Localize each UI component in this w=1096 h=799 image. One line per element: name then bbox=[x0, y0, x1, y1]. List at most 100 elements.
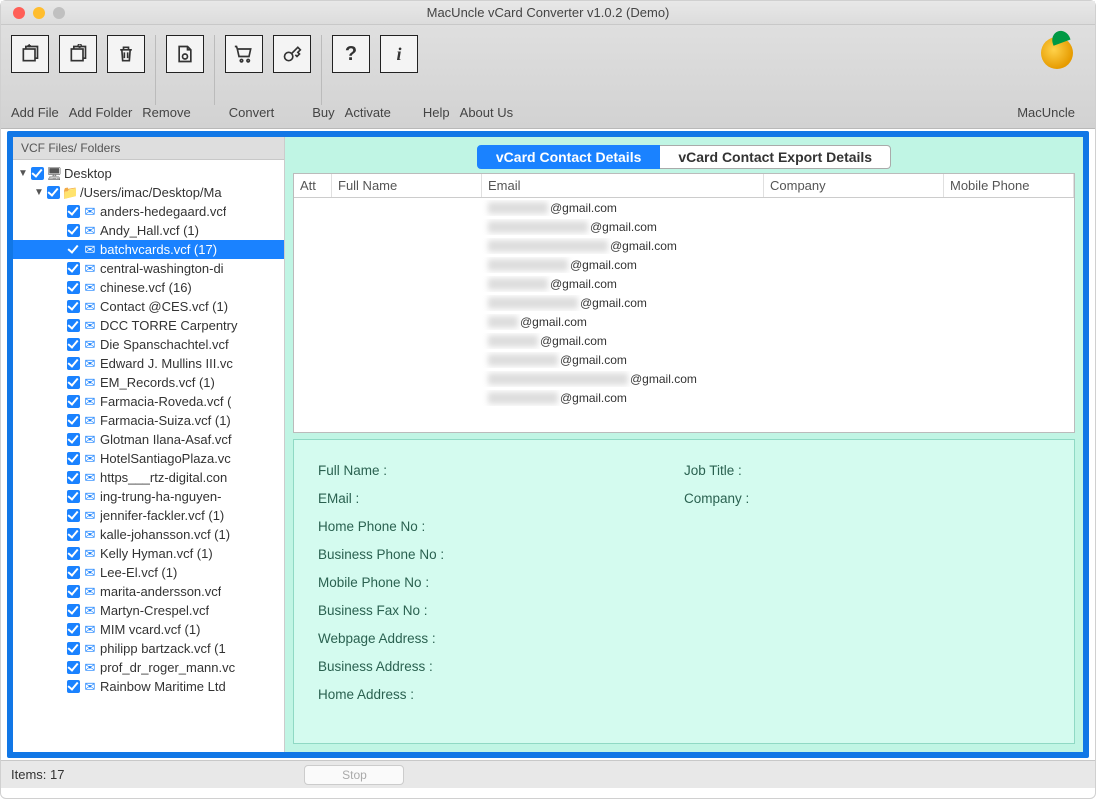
tree-file[interactable]: ✉jennifer-fackler.vcf (1) bbox=[13, 506, 284, 525]
tree-desktop[interactable]: ▼🖥Desktop bbox=[13, 164, 284, 183]
tree-label: https___rtz-digital.con bbox=[100, 470, 227, 485]
checkbox[interactable] bbox=[67, 281, 80, 294]
checkbox[interactable] bbox=[67, 604, 80, 617]
col-company[interactable]: Company bbox=[764, 174, 944, 197]
checkbox[interactable] bbox=[67, 224, 80, 237]
checkbox[interactable] bbox=[67, 642, 80, 655]
checkbox[interactable] bbox=[67, 338, 80, 351]
tree-folder[interactable]: ▼📁/Users/imac/Desktop/Ma bbox=[13, 183, 284, 202]
tab-export-details[interactable]: vCard Contact Export Details bbox=[660, 145, 891, 169]
tree-file[interactable]: ✉EM_Records.vcf (1) bbox=[13, 373, 284, 392]
checkbox[interactable] bbox=[67, 547, 80, 560]
tree-file[interactable]: ✉Martyn-Crespel.vcf bbox=[13, 601, 284, 620]
tree-label: marita-andersson.vcf bbox=[100, 584, 221, 599]
minimize-window-button[interactable] bbox=[33, 7, 45, 19]
tree-file[interactable]: ✉Lee-El.vcf (1) bbox=[13, 563, 284, 582]
col-att[interactable]: Att bbox=[294, 174, 332, 197]
tree-file[interactable]: ✉Andy_Hall.vcf (1) bbox=[13, 221, 284, 240]
tree-file[interactable]: ✉chinese.vcf (16) bbox=[13, 278, 284, 297]
tree-file[interactable]: ✉prof_dr_roger_mann.vc bbox=[13, 658, 284, 677]
add-folder-button[interactable] bbox=[59, 35, 97, 73]
checkbox[interactable] bbox=[67, 433, 80, 446]
convert-button[interactable] bbox=[166, 35, 204, 73]
close-window-button[interactable] bbox=[13, 7, 25, 19]
buy-button[interactable] bbox=[225, 35, 263, 73]
email-suffix: @gmail.com bbox=[520, 315, 587, 329]
tree-file[interactable]: ✉MIM vcard.vcf (1) bbox=[13, 620, 284, 639]
tree-file[interactable]: ✉batchvcards.vcf (17) bbox=[13, 240, 284, 259]
checkbox[interactable] bbox=[67, 262, 80, 275]
grid-body[interactable]: @gmail.com@gmail.com@gmail.com@gmail.com… bbox=[294, 198, 1074, 432]
checkbox[interactable] bbox=[67, 376, 80, 389]
checkbox[interactable] bbox=[67, 300, 80, 313]
tree-file[interactable]: ✉Glotman Ilana-Asaf.vcf bbox=[13, 430, 284, 449]
tree-file[interactable]: ✉Kelly Hyman.vcf (1) bbox=[13, 544, 284, 563]
col-email[interactable]: Email bbox=[482, 174, 764, 197]
grid-row[interactable]: @gmail.com bbox=[294, 236, 1074, 255]
tree-file[interactable]: ✉Farmacia-Suiza.vcf (1) bbox=[13, 411, 284, 430]
checkbox[interactable] bbox=[67, 528, 80, 541]
checkbox[interactable] bbox=[67, 623, 80, 636]
tree-file[interactable]: ✉ing-trung-ha-nguyen- bbox=[13, 487, 284, 506]
checkbox[interactable] bbox=[31, 167, 44, 180]
grid-row[interactable]: @gmail.com bbox=[294, 293, 1074, 312]
checkbox[interactable] bbox=[67, 205, 80, 218]
checkbox[interactable] bbox=[67, 319, 80, 332]
checkbox[interactable] bbox=[67, 680, 80, 693]
grid-row[interactable]: @gmail.com bbox=[294, 388, 1074, 407]
grid-row[interactable]: @gmail.com bbox=[294, 312, 1074, 331]
grid-row[interactable]: @gmail.com bbox=[294, 369, 1074, 388]
tree-file[interactable]: ✉central-washington-di bbox=[13, 259, 284, 278]
tree-file[interactable]: ✉https___rtz-digital.con bbox=[13, 468, 284, 487]
grid-row[interactable]: @gmail.com bbox=[294, 350, 1074, 369]
grid-row[interactable]: @gmail.com bbox=[294, 255, 1074, 274]
grid-row[interactable]: @gmail.com bbox=[294, 217, 1074, 236]
add-file-button[interactable] bbox=[11, 35, 49, 73]
about-button[interactable]: i bbox=[380, 35, 418, 73]
vcard-file-icon: ✉ bbox=[82, 280, 98, 296]
col-phone[interactable]: Mobile Phone bbox=[944, 174, 1074, 197]
activate-button[interactable] bbox=[273, 35, 311, 73]
tree-file[interactable]: ✉marita-andersson.vcf bbox=[13, 582, 284, 601]
help-button[interactable]: ? bbox=[332, 35, 370, 73]
checkbox[interactable] bbox=[67, 661, 80, 674]
disclosure-icon[interactable]: ▼ bbox=[17, 168, 29, 179]
label-company: Company : bbox=[684, 491, 1050, 506]
tree-label: EM_Records.vcf (1) bbox=[100, 375, 215, 390]
checkbox[interactable] bbox=[67, 509, 80, 522]
tree-file[interactable]: ✉kalle-johansson.vcf (1) bbox=[13, 525, 284, 544]
vcard-file-icon: ✉ bbox=[82, 470, 98, 486]
checkbox[interactable] bbox=[67, 243, 80, 256]
tree-file[interactable]: ✉Farmacia-Roveda.vcf ( bbox=[13, 392, 284, 411]
tree-file[interactable]: ✉Rainbow Maritime Ltd bbox=[13, 677, 284, 696]
checkbox[interactable] bbox=[67, 471, 80, 484]
checkbox[interactable] bbox=[67, 395, 80, 408]
tree-file[interactable]: ✉Edward J. Mullins III.vc bbox=[13, 354, 284, 373]
checkbox[interactable] bbox=[67, 490, 80, 503]
checkbox[interactable] bbox=[67, 566, 80, 579]
tree-file[interactable]: ✉Contact @CES.vcf (1) bbox=[13, 297, 284, 316]
grid-row[interactable]: @gmail.com bbox=[294, 274, 1074, 293]
tab-contact-details[interactable]: vCard Contact Details bbox=[477, 145, 660, 169]
checkbox[interactable] bbox=[67, 414, 80, 427]
checkbox[interactable] bbox=[67, 585, 80, 598]
col-full-name[interactable]: Full Name bbox=[332, 174, 482, 197]
remove-button[interactable] bbox=[107, 35, 145, 73]
disclosure-icon[interactable]: ▼ bbox=[33, 187, 45, 198]
grid-row[interactable]: @gmail.com bbox=[294, 198, 1074, 217]
stop-button[interactable]: Stop bbox=[304, 765, 404, 785]
vcard-file-icon: ✉ bbox=[82, 679, 98, 695]
zoom-window-button[interactable] bbox=[53, 7, 65, 19]
tree-file[interactable]: ✉Die Spanschachtel.vcf bbox=[13, 335, 284, 354]
tree-file[interactable]: ✉anders-hedegaard.vcf bbox=[13, 202, 284, 221]
tree-file[interactable]: ✉HotelSantiagoPlaza.vc bbox=[13, 449, 284, 468]
tree-label: /Users/imac/Desktop/Ma bbox=[80, 185, 222, 200]
tree-file[interactable]: ✉DCC TORRE Carpentry bbox=[13, 316, 284, 335]
tree-file[interactable]: ✉philipp bartzack.vcf (1 bbox=[13, 639, 284, 658]
checkbox[interactable] bbox=[47, 186, 60, 199]
checkbox[interactable] bbox=[67, 357, 80, 370]
checkbox[interactable] bbox=[67, 452, 80, 465]
tabs: vCard Contact Details vCard Contact Expo… bbox=[287, 139, 1081, 173]
file-tree[interactable]: ▼🖥Desktop▼📁/Users/imac/Desktop/Ma✉anders… bbox=[13, 160, 284, 752]
grid-row[interactable]: @gmail.com bbox=[294, 331, 1074, 350]
